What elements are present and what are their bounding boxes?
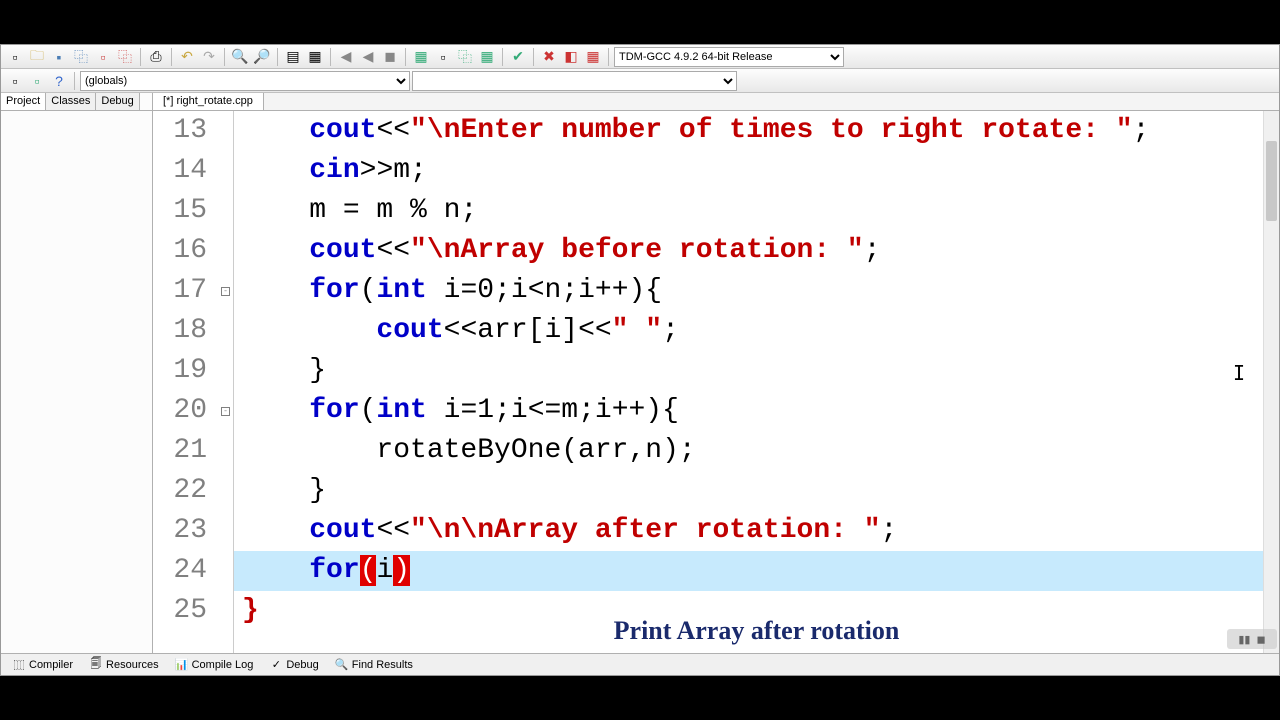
forward-icon[interactable]: ◀	[358, 47, 378, 67]
scroll-thumb[interactable]	[1266, 141, 1277, 221]
bookmark-icon[interactable]: ▦	[305, 47, 325, 67]
fold-column: --	[221, 111, 233, 653]
close-all-icon[interactable]: ⿻	[115, 47, 135, 67]
main-area: Project Classes Debug [*] right_rotate.c…	[1, 93, 1279, 653]
toolbar-secondary: ▫ ▫ ? (globals)	[1, 69, 1279, 93]
goto-icon[interactable]: ▤	[283, 47, 303, 67]
tab-project[interactable]: Project	[1, 93, 46, 110]
left-tabs: Project Classes Debug	[1, 93, 152, 111]
left-panel: Project Classes Debug	[1, 93, 153, 653]
fold-toggle-icon[interactable]: -	[221, 287, 230, 296]
bottom-tab-label: Debug	[286, 659, 318, 671]
code-line[interactable]: }	[234, 471, 1279, 511]
code-lines[interactable]: cout<<"\nEnter number of times to right …	[233, 111, 1279, 653]
rebuild-icon[interactable]: ▦	[477, 47, 497, 67]
code-line[interactable]: rotateByOne(arr,n);	[234, 431, 1279, 471]
toolbar-main: ▫ 🗀 ▪ ⿻ ▫ ⿻ ⎙ ↶ ↷ 🔍 🔎 ▤ ▦ ◀ ◀ ◼ ▦ ▫ ⿻ ▦ …	[1, 45, 1279, 69]
code-line[interactable]: }	[234, 351, 1279, 391]
bottom-tab-compiler[interactable]: ⿲Compiler	[5, 655, 80, 675]
text-cursor-icon: I	[1233, 359, 1245, 387]
print-icon[interactable]: ⎙	[146, 47, 166, 67]
bottom-tab-find-results[interactable]: 🔍Find Results	[328, 655, 420, 675]
folder-open-icon[interactable]: 🗀	[27, 47, 47, 67]
close-icon[interactable]: ▫	[93, 47, 113, 67]
compile-run-icon[interactable]: ⿻	[455, 47, 475, 67]
help-icon[interactable]: ?	[49, 71, 69, 91]
bottom-tabs: ⿲Compiler🗐Resources📊Compile Log✓Debug🔍Fi…	[1, 653, 1279, 675]
bottom-tab-label: Resources	[106, 659, 159, 671]
bottom-tab-label: Compile Log	[192, 659, 254, 671]
code-line[interactable]: cin>>m;	[234, 151, 1279, 191]
back-icon[interactable]: ◀	[336, 47, 356, 67]
profile-icon[interactable]: ◧	[561, 47, 581, 67]
syntax-check-icon[interactable]: ✔	[508, 47, 528, 67]
compiler-icon: ⿲	[12, 658, 26, 672]
abort-icon[interactable]: ✖	[539, 47, 559, 67]
redo-icon[interactable]: ↷	[199, 47, 219, 67]
pause-icon[interactable]: ▮▮	[1238, 633, 1250, 646]
compile-icon[interactable]: ▦	[411, 47, 431, 67]
find-results-icon: 🔍	[335, 658, 349, 672]
bottom-tab-debug[interactable]: ✓Debug	[262, 655, 325, 675]
bottom-tab-compile-log[interactable]: 📊Compile Log	[168, 655, 261, 675]
compiler-select[interactable]: TDM-GCC 4.9.2 64-bit Release	[614, 47, 844, 67]
file-new-icon[interactable]: ▫	[5, 47, 25, 67]
bottom-tab-resources[interactable]: 🗐Resources	[82, 655, 166, 675]
stop-rec-icon[interactable]: ◼	[1256, 633, 1265, 646]
code-line[interactable]: cout<<"\nArray before rotation: ";	[234, 231, 1279, 271]
undo-icon[interactable]: ↶	[177, 47, 197, 67]
open-project-icon[interactable]: ▫	[27, 71, 47, 91]
editor-panel: [*] right_rotate.cpp 1314151617181920212…	[153, 93, 1279, 653]
stop-icon[interactable]: ◼	[380, 47, 400, 67]
code-area[interactable]: 13141516171819202122232425 -- cout<<"\nE…	[153, 111, 1279, 653]
bottom-tab-label: Compiler	[29, 659, 73, 671]
code-line[interactable]: for(int i=0;i<n;i++){	[234, 271, 1279, 311]
debug-icon: ✓	[269, 658, 283, 672]
scope-select[interactable]: (globals)	[80, 71, 410, 91]
recording-controls[interactable]: ▮▮ ◼	[1227, 629, 1277, 649]
save-all-icon[interactable]: ⿻	[71, 47, 91, 67]
save-icon[interactable]: ▪	[49, 47, 69, 67]
compile-log-icon: 📊	[175, 658, 189, 672]
find-icon[interactable]: 🔍	[230, 47, 250, 67]
tab-debug[interactable]: Debug	[96, 93, 139, 110]
code-line[interactable]: cout<<"\nEnter number of times to right …	[234, 111, 1279, 151]
file-tabs: [*] right_rotate.cpp	[153, 93, 1279, 111]
code-line[interactable]: m = m % n;	[234, 191, 1279, 231]
code-line[interactable]: for(int i=1;i<=m;i++){	[234, 391, 1279, 431]
code-line[interactable]: cout<<arr[i]<<" ";	[234, 311, 1279, 351]
code-line[interactable]: for(i)	[234, 551, 1279, 591]
resources-icon: 🗐	[89, 658, 103, 672]
replace-icon[interactable]: 🔎	[252, 47, 272, 67]
fold-toggle-icon[interactable]: -	[221, 407, 230, 416]
ide-window: ▫ 🗀 ▪ ⿻ ▫ ⿻ ⎙ ↶ ↷ 🔍 🔎 ▤ ▦ ◀ ◀ ◼ ▦ ▫ ⿻ ▦ …	[0, 44, 1280, 676]
new-file2-icon[interactable]: ▫	[5, 71, 25, 91]
debug-run-icon[interactable]: ▦	[583, 47, 603, 67]
code-line[interactable]: cout<<"\n\nArray after rotation: ";	[234, 511, 1279, 551]
vertical-scrollbar[interactable]	[1263, 111, 1279, 653]
line-gutter: 13141516171819202122232425	[153, 111, 221, 653]
annotation-caption: Print Array after rotation	[614, 613, 900, 649]
tab-classes[interactable]: Classes	[46, 93, 96, 110]
file-tab-active[interactable]: [*] right_rotate.cpp	[153, 93, 264, 110]
run-icon[interactable]: ▫	[433, 47, 453, 67]
bottom-tab-label: Find Results	[352, 659, 413, 671]
member-select[interactable]	[412, 71, 737, 91]
